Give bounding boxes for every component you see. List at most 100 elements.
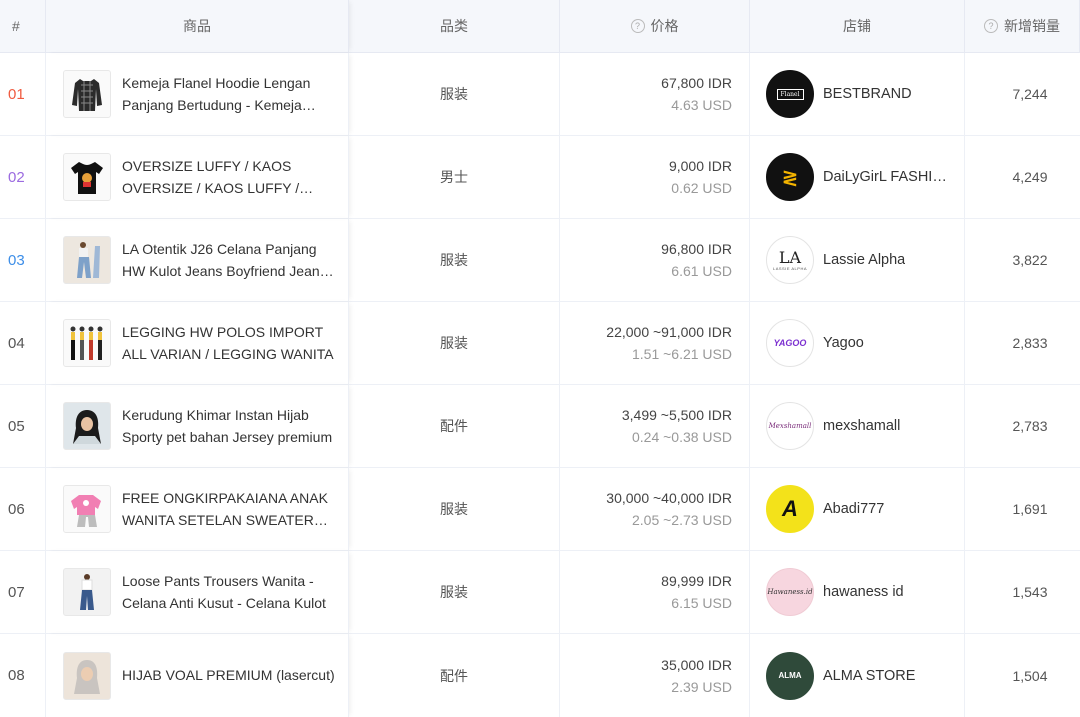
table-row[interactable]: 07 Loose Pants Trousers Wanita - Celana …: [0, 551, 1080, 634]
product-ranking-table: # 商品 品类 ? 价格 店铺 ? 新增销量 01 Kemeja Flanel …: [0, 0, 1080, 717]
header-price[interactable]: ? 价格: [560, 0, 750, 52]
header-category[interactable]: 品类: [349, 0, 560, 52]
shop[interactable]: Flanel BESTBRAND: [750, 53, 965, 135]
price-idr: 35,000 IDR: [661, 656, 732, 673]
sales-count: 1,543: [1012, 584, 1048, 600]
price: 22,000 ~91,000 IDR 1.51 ~6.21 USD: [560, 302, 750, 384]
shop-logo-lassie-alpha[interactable]: LA LASSIE ALPHA: [766, 236, 814, 284]
flannel-shirt-icon[interactable]: [63, 70, 111, 118]
table-header: # 商品 品类 ? 价格 店铺 ? 新增销量: [0, 0, 1080, 53]
sales-count: 2,783: [1012, 418, 1048, 434]
shop[interactable]: LA LASSIE ALPHA Lassie Alpha: [750, 219, 965, 301]
price-usd: 0.62 USD: [671, 180, 732, 196]
product-title[interactable]: FREE ONGKIRPAKAIANA ANAK WANITA SETELAN …: [122, 487, 337, 532]
category: 服装: [349, 468, 560, 550]
shop-name[interactable]: Lassie Alpha: [823, 252, 905, 268]
logo-subtext: LASSIE ALPHA: [772, 265, 807, 271]
shop-logo-abadi777[interactable]: A: [766, 485, 814, 533]
shop[interactable]: A Abadi777: [750, 468, 965, 550]
product-title[interactable]: LEGGING HW POLOS IMPORT ALL VARIAN / LEG…: [122, 321, 337, 366]
table-row[interactable]: 05 Kerudung Khimar Instan Hijab Sporty p…: [0, 385, 1080, 468]
shop-name[interactable]: mexshamall: [823, 418, 900, 434]
price-usd: 2.05 ~2.73 USD: [631, 512, 732, 528]
leggings-icon[interactable]: [63, 319, 111, 367]
category: 服装: [349, 551, 560, 633]
logo-text: LA: [778, 247, 802, 267]
price-usd: 4.63 USD: [671, 97, 732, 113]
price-idr: 89,999 IDR: [661, 573, 732, 589]
rank-number: 05: [8, 417, 25, 435]
category: 服装: [349, 53, 560, 135]
header-rank: #: [0, 0, 46, 52]
logo-text: A: [782, 496, 798, 521]
shop-name[interactable]: Abadi777: [823, 501, 884, 517]
sales-count: 7,244: [1012, 86, 1048, 102]
shop-logo-bestbrand[interactable]: Flanel: [766, 70, 814, 118]
sales-count: 1,691: [1012, 501, 1048, 517]
rank-number: 02: [8, 168, 25, 186]
shop-logo-yagoo[interactable]: YAGOO: [766, 319, 814, 367]
shop-logo-hawaness[interactable]: Hawaness.id: [766, 568, 814, 616]
hijab-icon[interactable]: [63, 402, 111, 450]
table-row[interactable]: 06 FREE ONGKIRPAKAIANA ANAK WANITA SETEL…: [0, 468, 1080, 551]
product-title[interactable]: Kerudung Khimar Instan Hijab Sporty pet …: [122, 404, 337, 449]
pants-icon[interactable]: [63, 568, 111, 616]
price-idr: 9,000 IDR: [668, 158, 732, 174]
price: 3,499 ~5,500 IDR 0.24 ~0.38 USD: [560, 385, 750, 467]
shop[interactable]: ALMA ALMA STORE: [750, 634, 965, 717]
price-usd: 0.24 ~0.38 USD: [631, 429, 732, 445]
logo-text: ≷: [781, 166, 799, 189]
shop-name[interactable]: hawaness id: [823, 584, 904, 600]
logo-text: YAGOO: [773, 338, 807, 348]
rank-number: 01: [8, 85, 25, 103]
shop-logo-mexshamall[interactable]: Mexshamall: [766, 402, 814, 450]
category: 服装: [349, 302, 560, 384]
header-sales-label: 新增销量: [1004, 18, 1060, 34]
category: 服装: [349, 219, 560, 301]
header-sales[interactable]: ? 新增销量: [965, 0, 1080, 52]
tshirt-icon[interactable]: [63, 153, 111, 201]
rank-number: 04: [8, 334, 25, 352]
table-row[interactable]: 04 LEGGING HW POLOS IMPORT ALL VARIAN / …: [0, 302, 1080, 385]
rank-number: 03: [8, 251, 25, 269]
price: 67,800 IDR 4.63 USD: [560, 53, 750, 135]
price: 89,999 IDR 6.15 USD: [560, 551, 750, 633]
shop-name[interactable]: BESTBRAND: [823, 86, 912, 102]
price: 9,000 IDR 0.62 USD: [560, 136, 750, 218]
shop-logo-dailygirl[interactable]: ≷: [766, 153, 814, 201]
category: 配件: [349, 385, 560, 467]
product-title[interactable]: LA Otentik J26 Celana Panjang HW Kulot J…: [122, 238, 337, 283]
shop[interactable]: Hawaness.id hawaness id: [750, 551, 965, 633]
product-title[interactable]: Kemeja Flanel Hoodie Lengan Panjang Bert…: [122, 72, 337, 117]
table-row[interactable]: 08 HIJAB VOAL PREMIUM (lasercut) 配件 35,0…: [0, 634, 1080, 717]
help-circle-icon[interactable]: ?: [630, 19, 645, 33]
price-idr: 3,499 ~5,500 IDR: [621, 407, 732, 423]
table-row[interactable]: 01 Kemeja Flanel Hoodie Lengan Panjang B…: [0, 53, 1080, 136]
price: 96,800 IDR 6.61 USD: [560, 219, 750, 301]
price-idr: 30,000 ~40,000 IDR: [606, 490, 732, 506]
shop-name[interactable]: ALMA STORE: [823, 668, 915, 684]
shop-logo-alma-store[interactable]: ALMA: [766, 651, 814, 700]
rank-number: 06: [8, 500, 25, 518]
logo-text: ALMA: [778, 671, 802, 680]
price-usd: 1.51 ~6.21 USD: [631, 346, 732, 362]
shop[interactable]: ≷ DaiLyGirL FASHION: [750, 136, 965, 218]
table-row[interactable]: 03 LA Otentik J26 Celana Panjang HW Kulo…: [0, 219, 1080, 302]
category: 配件: [349, 634, 560, 717]
kids-sweater-icon[interactable]: [63, 485, 111, 533]
price-idr: 67,800 IDR: [661, 75, 732, 91]
product-title[interactable]: OVERSIZE LUFFY / KAOS OVERSIZE / KAOS LU…: [122, 155, 337, 200]
header-shop[interactable]: 店铺: [750, 0, 965, 52]
shop-name[interactable]: Yagoo: [823, 335, 864, 351]
product-title[interactable]: HIJAB VOAL PREMIUM (lasercut): [122, 664, 337, 687]
help-circle-icon[interactable]: ?: [984, 19, 998, 33]
shop[interactable]: Mexshamall mexshamall: [750, 385, 965, 467]
table-row[interactable]: 02 OVERSIZE LUFFY / KAOS OVERSIZE / KAOS…: [0, 136, 1080, 219]
product-title[interactable]: Loose Pants Trousers Wanita - Celana Ant…: [122, 570, 337, 615]
jeans-icon[interactable]: [63, 236, 111, 284]
shop-name[interactable]: DaiLyGirL FASHION: [823, 169, 953, 185]
price: 30,000 ~40,000 IDR 2.05 ~2.73 USD: [560, 468, 750, 550]
header-product[interactable]: 商品: [46, 0, 349, 52]
shop[interactable]: YAGOO Yagoo: [750, 302, 965, 384]
hijab-voal-icon[interactable]: [63, 651, 111, 700]
